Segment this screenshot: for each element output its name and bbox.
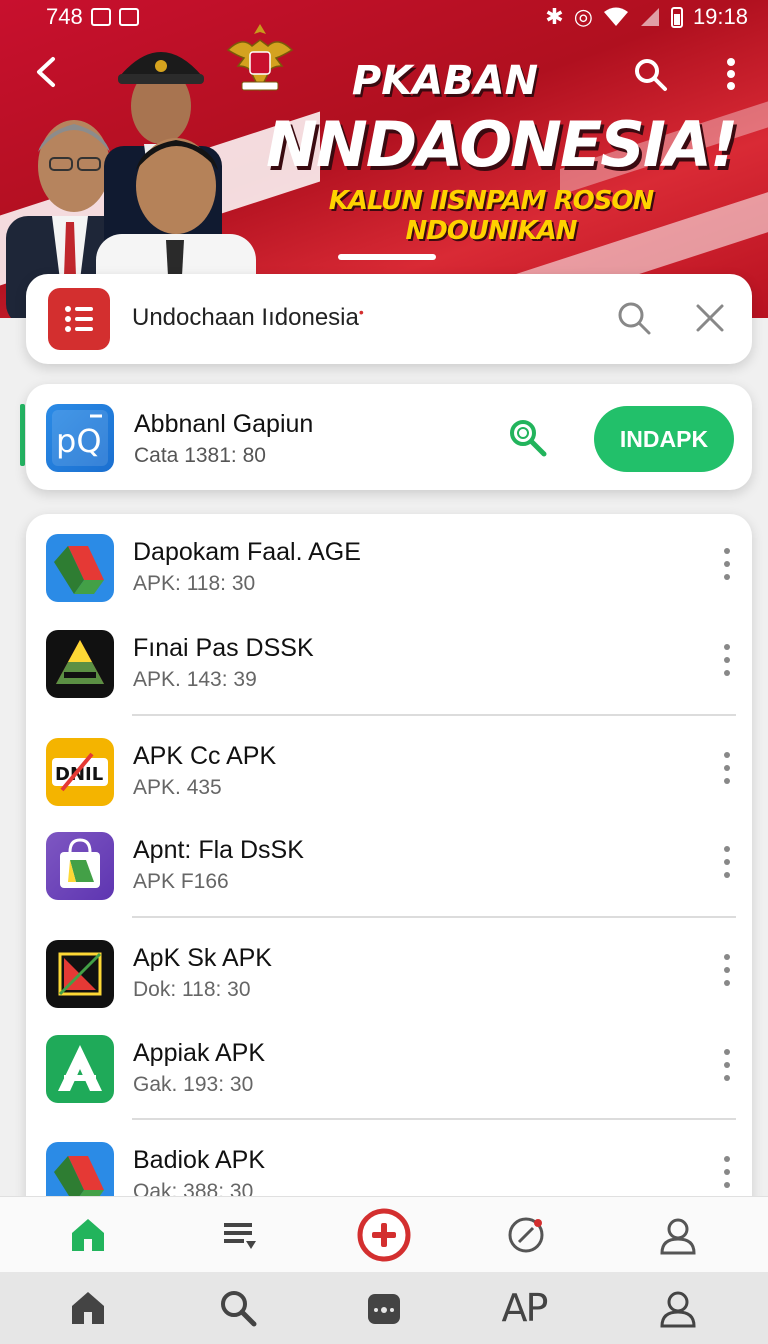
cursor-marker: •	[358, 304, 364, 320]
banner-title-text: NNDAONESIA!	[266, 108, 738, 181]
list-item[interactable]: Fınai Pas DSSK APK. 143: 39	[26, 614, 752, 710]
banner-tagline: KALUN IISNPAM ROSON NDOUNIKAN	[328, 186, 655, 246]
arrow-left-icon	[37, 57, 55, 87]
app-subtitle: Gak. 193: 30	[133, 1073, 254, 1096]
app-title: Dapokam Faal. AGE	[133, 538, 361, 566]
install-button[interactable]: INDAPK	[594, 406, 734, 472]
featured-app-card[interactable]: pQ Abbnanl Gapiun Cata 1381: 80 INDAPK	[26, 384, 752, 490]
list-divider	[132, 714, 736, 716]
list-item[interactable]: ApK Sk APK Dok: 118: 30	[26, 924, 752, 1020]
nav2-media[interactable]	[354, 1278, 414, 1338]
battery-icon	[670, 7, 683, 28]
banner-title-line1: PKABAN	[351, 58, 539, 104]
search-icon	[635, 59, 667, 91]
app-subtitle: APK. 143: 39	[133, 668, 257, 691]
more-vertical-icon[interactable]	[716, 844, 738, 880]
list-item[interactable]: Apnt: Fla DsSK APK F166	[26, 816, 752, 912]
list-menu-button[interactable]	[48, 288, 110, 350]
more-vertical-icon[interactable]	[716, 642, 738, 678]
status-time: 19:18	[692, 4, 748, 29]
list-filter-icon	[224, 1223, 256, 1249]
dnl-yellow-icon: DNIL	[46, 738, 114, 806]
wifi-icon	[603, 7, 628, 26]
more-vertical-icon[interactable]	[716, 546, 738, 582]
camera-icon	[368, 1294, 400, 1324]
featured-app-title: Abbnanl Gapiun	[134, 410, 314, 438]
nav2-search[interactable]	[208, 1278, 268, 1338]
app-title: Appiak APK	[133, 1039, 266, 1067]
notification-icon	[90, 8, 111, 26]
back-button[interactable]	[28, 52, 68, 92]
app-subtitle: APK. 435	[133, 776, 222, 799]
home-icon	[72, 1292, 104, 1324]
nav-add[interactable]	[354, 1205, 414, 1265]
bottom-nav-secondary: AP	[0, 1272, 768, 1344]
featured-accent-bar	[20, 404, 25, 466]
list-item[interactable]: DNIL APK Cc APK APK. 435	[26, 722, 752, 818]
status-bar: 748 ✱ ◎ 19:18	[0, 0, 768, 34]
nav-home[interactable]	[58, 1205, 118, 1265]
list-divider	[132, 916, 736, 918]
app-list: Dapokam Faal. AGE APK: 118: 30 Fınai Pas…	[26, 514, 752, 1214]
svg-text:pQ: pQ	[56, 422, 102, 460]
search-icon	[618, 302, 651, 335]
box-dark-icon	[46, 940, 114, 1008]
nav-discover[interactable]	[496, 1205, 556, 1265]
bottom-nav-primary	[0, 1196, 768, 1272]
drive-blue-icon	[46, 534, 114, 602]
header-search-button[interactable]	[628, 52, 672, 96]
app-subtitle: APK F166	[133, 870, 229, 893]
nav2-profile[interactable]	[648, 1278, 708, 1338]
banner-title-line2: NNDAONESIA!	[266, 108, 738, 181]
user-icon	[660, 1291, 696, 1328]
home-icon	[72, 1219, 104, 1251]
list-icon	[65, 306, 93, 332]
app-title: Fınai Pas DSSK	[133, 634, 314, 662]
clear-search-button[interactable]	[690, 298, 730, 338]
status-left-text: 748	[46, 4, 83, 29]
nav2-home[interactable]	[58, 1278, 118, 1338]
more-vertical-icon	[727, 58, 735, 90]
more-vertical-icon[interactable]	[716, 1047, 738, 1083]
nav-list[interactable]	[208, 1205, 268, 1265]
app-title: ApK Sk APK	[133, 944, 272, 972]
search-input[interactable]: Undochaan Iıdonesia•	[132, 304, 364, 332]
featured-app-subtitle: Cata 1381: 80	[134, 444, 266, 467]
user-icon	[660, 1218, 696, 1255]
signal-icon	[640, 8, 659, 26]
featured-app-icon: pQ	[46, 404, 114, 472]
compass-icon	[508, 1217, 544, 1253]
header-banner: PKABAN NNDAONESIA! KALUN IISNPAM ROSON N…	[0, 0, 768, 318]
close-icon	[696, 304, 724, 332]
search-submit-button[interactable]	[614, 298, 654, 338]
bag-purple-icon	[46, 832, 114, 900]
drag-handle[interactable]	[338, 254, 436, 260]
app-title: Apnt: Fla DsSK	[133, 836, 304, 864]
app-title: Badiok APK	[133, 1146, 266, 1174]
search-query-text: Undochaan Iıdonesia	[132, 304, 359, 331]
app-subtitle: Dok: 118: 30	[133, 978, 251, 1001]
vibrate-icon: ◎	[573, 4, 593, 29]
magnify-icon	[510, 420, 547, 457]
more-vertical-icon[interactable]	[716, 750, 738, 786]
nav2-ap[interactable]: AP	[494, 1278, 554, 1338]
app-subtitle: APK: 118: 30	[133, 572, 256, 595]
drive-black-icon	[46, 630, 114, 698]
nav-profile[interactable]	[648, 1205, 708, 1265]
ap-label: AP	[501, 1286, 549, 1330]
app-title: APK Cc APK	[133, 742, 277, 770]
a-green-icon	[46, 1035, 114, 1103]
more-vertical-icon[interactable]	[716, 952, 738, 988]
search-bar: Undochaan Iıdonesia•	[26, 274, 752, 364]
inspect-button[interactable]	[506, 416, 548, 458]
more-vertical-icon[interactable]	[716, 1154, 738, 1190]
list-item[interactable]: Dapokam Faal. AGE APK: 118: 30	[26, 518, 752, 614]
list-divider	[132, 1118, 736, 1120]
search-icon	[221, 1291, 257, 1327]
list-item[interactable]: Appiak APK Gak. 193: 30	[26, 1019, 752, 1115]
key-icon	[118, 8, 139, 26]
add-circle-icon	[357, 1208, 411, 1262]
bluetooth-icon: ✱	[545, 4, 564, 29]
overflow-menu-button[interactable]	[716, 52, 746, 96]
